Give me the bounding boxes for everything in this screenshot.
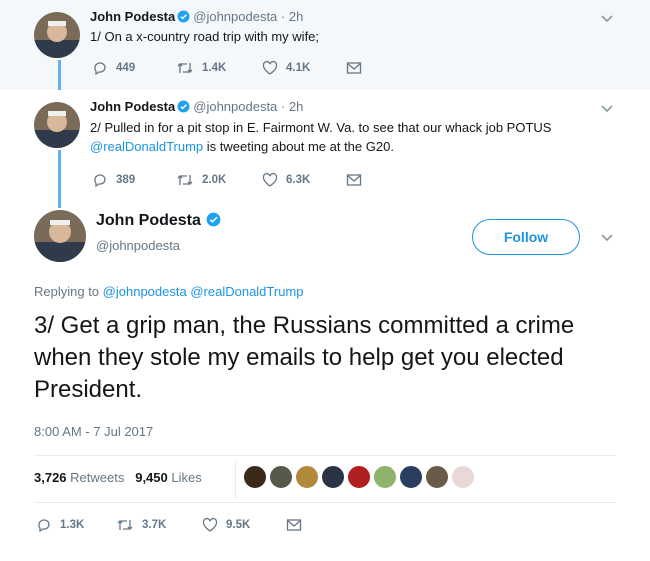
reply-button[interactable]: 449 <box>92 60 176 76</box>
main-tweet-text: 3/ Get a grip man, the Russians committe… <box>34 312 575 403</box>
like-icon <box>262 172 278 187</box>
replying-mention-2[interactable]: @realDonaldTrump <box>190 284 303 299</box>
replying-to: Replying to @johnpodesta @realDonaldTrum… <box>34 284 304 299</box>
liker-avatar[interactable] <box>399 465 423 489</box>
mention-link[interactable]: @realDonaldTrump <box>90 139 203 154</box>
thread-tweet-2[interactable]: John Podesta @johnpodesta · 2h 2/ Pulled … <box>0 90 650 195</box>
direct-message-icon <box>286 519 302 531</box>
direct-message-icon <box>346 174 362 186</box>
reply-count: 389 <box>116 174 136 186</box>
direct-message-button[interactable] <box>346 172 370 188</box>
replying-prefix: Replying to <box>34 284 100 299</box>
tweet-text: 1/ On a x-country road trip with my wife… <box>90 29 320 44</box>
verified-badge-icon <box>177 100 190 113</box>
tweet-time[interactable]: · 2h <box>281 9 303 24</box>
author-handle[interactable]: @johnpodesta <box>193 99 277 114</box>
divider <box>34 455 616 456</box>
direct-message-button[interactable] <box>286 517 310 533</box>
retweet-count: 3.7K <box>142 519 167 531</box>
tweet-text: 2/ Pulled in for a pit stop in E. Fairmo… <box>90 118 630 156</box>
main-avatar[interactable] <box>34 210 86 262</box>
liker-avatar[interactable] <box>321 465 345 489</box>
main-author-name-text: John Podesta <box>96 212 201 229</box>
retweet-icon <box>177 175 193 185</box>
retweet-icon <box>177 63 193 73</box>
like-total: 9,450 <box>135 470 168 485</box>
tweet-actions: 449 1.4K 4.1K <box>92 60 370 76</box>
direct-message-icon <box>346 62 362 74</box>
liker-avatar[interactable] <box>425 465 449 489</box>
verified-badge-icon <box>206 212 221 227</box>
likes-stat[interactable]: 9,450 Likes <box>135 470 202 485</box>
thread-connector <box>58 150 61 208</box>
liker-avatar[interactable] <box>269 465 293 489</box>
thread-tweet-1[interactable]: John Podesta @johnpodesta · 2h 1/ On a x-… <box>0 0 650 90</box>
avatar[interactable] <box>34 12 80 58</box>
reply-icon <box>94 62 106 76</box>
like-button[interactable]: 4.1K <box>262 60 346 76</box>
main-author-name[interactable]: John Podesta <box>96 212 224 230</box>
liker-avatar[interactable] <box>347 465 371 489</box>
reply-icon <box>94 174 106 188</box>
like-count: 4.1K <box>286 62 311 74</box>
reply-icon <box>38 519 50 533</box>
tweet-text-line-2: is tweeting about me at the G20. <box>203 139 394 154</box>
avatar[interactable] <box>34 102 80 148</box>
retweet-button[interactable]: 1.4K <box>176 60 262 76</box>
retweets-label: Retweets <box>70 470 125 485</box>
retweet-count: 1.4K <box>202 62 227 74</box>
reply-count: 449 <box>116 62 136 74</box>
retweet-count: 2.0K <box>202 174 227 186</box>
likes-label: Likes <box>171 470 202 485</box>
reply-button[interactable]: 1.3K <box>36 517 116 533</box>
retweet-icon <box>117 520 133 530</box>
follow-button[interactable]: Follow <box>472 219 580 255</box>
retweets-stat[interactable]: 3,726 Retweets <box>34 470 124 485</box>
tweet-time[interactable]: · 2h <box>281 99 303 114</box>
retweet-total: 3,726 <box>34 470 67 485</box>
chevron-down-icon[interactable] <box>600 230 614 244</box>
liker-avatar[interactable] <box>243 465 267 489</box>
tweet-text-line-1: 2/ Pulled in for a pit stop in E. Fairmo… <box>90 120 552 135</box>
like-icon <box>262 60 278 75</box>
author-name[interactable]: John Podesta <box>90 99 175 114</box>
author-handle[interactable]: @johnpodesta <box>193 9 277 24</box>
author-name[interactable]: John Podesta <box>90 9 175 24</box>
main-tweet-actions: 1.3K 3.7K 9.5K <box>36 517 310 533</box>
liker-avatar[interactable] <box>451 465 475 489</box>
divider <box>34 502 616 503</box>
engagement-stats: 3,726 Retweets 9,450 Likes <box>34 470 202 485</box>
like-button[interactable]: 6.3K <box>262 172 346 188</box>
main-author-handle[interactable]: @johnpodesta <box>96 238 180 253</box>
tweet-actions: 389 2.0K 6.3K <box>92 172 370 188</box>
verified-badge-icon <box>177 10 190 23</box>
tweet-header: John Podesta @johnpodesta · 2h <box>90 9 303 24</box>
retweet-button[interactable]: 3.7K <box>116 517 202 533</box>
stats-separator <box>235 460 236 498</box>
tweet-timestamp[interactable]: 8:00 AM - 7 Jul 2017 <box>34 424 153 439</box>
retweet-button[interactable]: 2.0K <box>176 172 262 188</box>
liker-avatars <box>243 465 477 489</box>
chevron-down-icon[interactable] <box>600 101 614 115</box>
chevron-down-icon[interactable] <box>600 11 614 25</box>
replying-mention-1[interactable]: @johnpodesta <box>103 284 187 299</box>
reply-button[interactable]: 389 <box>92 172 176 188</box>
like-button[interactable]: 9.5K <box>202 517 286 533</box>
liker-avatar[interactable] <box>373 465 397 489</box>
reply-count: 1.3K <box>60 519 85 531</box>
like-count: 6.3K <box>286 174 311 186</box>
tweet-header: John Podesta @johnpodesta · 2h <box>90 99 303 114</box>
liker-avatar[interactable] <box>295 465 319 489</box>
like-count: 9.5K <box>226 519 251 531</box>
like-icon <box>202 517 218 532</box>
direct-message-button[interactable] <box>346 60 370 76</box>
